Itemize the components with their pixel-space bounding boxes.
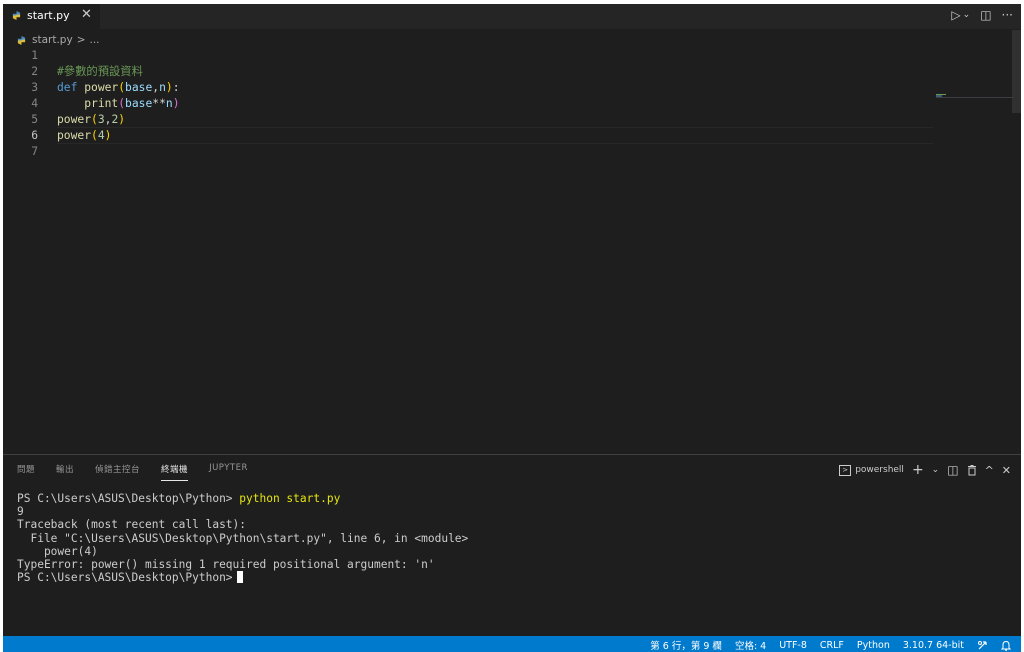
status-items: 第 6 行，第 9 欄 空格: 4 UTF-8 CRLF Python 3.10… — [650, 638, 1011, 652]
python-interpreter[interactable]: 3.10.7 64-bit — [903, 640, 964, 651]
trash-icon[interactable] — [967, 464, 977, 476]
tab-problems[interactable]: 問題 — [17, 463, 35, 481]
line-number: 3 — [31, 81, 38, 94]
tab-terminal[interactable]: 終端機 — [161, 463, 189, 481]
tab-debug-console[interactable]: 偵錯主控台 — [95, 463, 140, 481]
breadcrumb-file[interactable]: start.py — [32, 34, 73, 46]
editor-actions: ▷ ⌄ ◫ ··· — [951, 8, 1013, 22]
vscode-window: start.py ✕ ▷ ⌄ ◫ ··· start.py > ... 1 2 … — [3, 4, 1021, 652]
run-dropdown-icon[interactable]: ⌄ — [963, 10, 971, 20]
code-text: print(base**n) — [84, 97, 180, 110]
code-comment: #參數的預設資料 — [57, 65, 143, 78]
code-text: power(4) — [57, 129, 112, 142]
indentation[interactable]: 空格: 4 — [735, 638, 766, 652]
terminal-dropdown-icon[interactable]: ⌄ — [932, 465, 940, 475]
terminal-icon: > — [839, 464, 852, 476]
line-number: 2 — [31, 65, 38, 78]
code-text: power(3,2) — [57, 113, 126, 126]
feedback-icon[interactable] — [977, 640, 988, 651]
terminal-shell-selector[interactable]: > powershell — [839, 464, 904, 476]
code-line: 2 #參數的預設資料 — [3, 64, 933, 80]
terminal-command: python start.py — [239, 492, 341, 505]
panel-tabs: 問題 輸出 偵錯主控台 終端機 JUPYTER — [17, 463, 248, 481]
split-terminal-icon[interactable]: ◫ — [947, 463, 958, 477]
terminal-line: 9 — [17, 505, 24, 519]
code-line: 5 power(3,2) — [3, 112, 933, 128]
terminal-prompt: PS C:\Users\ASUS\Desktop\Python> — [17, 492, 240, 505]
close-panel-icon[interactable]: ✕ — [1002, 464, 1011, 477]
terminal-line: power(4) — [17, 544, 98, 558]
line-number: 7 — [31, 145, 38, 158]
tab-jupyter[interactable]: JUPYTER — [209, 463, 248, 481]
cursor-position[interactable]: 第 6 行，第 9 欄 — [650, 638, 722, 652]
terminal-cursor — [236, 571, 243, 584]
bottom-panel: 問題 輸出 偵錯主控台 終端機 JUPYTER > powershell + ⌄… — [3, 454, 1021, 637]
terminal-output[interactable]: PS C:\Users\ASUS\Desktop\Python> python … — [17, 492, 1007, 584]
run-file-icon[interactable]: ▷ — [951, 8, 960, 22]
minimap[interactable] — [936, 94, 1014, 99]
more-actions-icon[interactable]: ··· — [1002, 8, 1013, 22]
current-line-highlight — [57, 127, 933, 144]
terminal-line: PS C:\Users\ASUS\Desktop\Python> — [17, 571, 1007, 584]
maximize-panel-icon[interactable]: ^ — [985, 464, 994, 477]
code-text: def power(base,n): — [57, 81, 180, 94]
code-line: 4 print(base**n) — [3, 96, 933, 112]
language-mode[interactable]: Python — [857, 640, 890, 651]
code-line: 3 def power(base,n): — [3, 80, 933, 96]
new-terminal-icon[interactable]: + — [912, 462, 924, 478]
python-file-icon — [12, 11, 21, 20]
end-of-line[interactable]: CRLF — [820, 640, 844, 651]
shell-name: powershell — [855, 465, 904, 475]
close-tab-icon[interactable]: ✕ — [81, 7, 92, 22]
status-bar: 第 6 行，第 9 欄 空格: 4 UTF-8 CRLF Python 3.10… — [3, 636, 1021, 652]
tab-output[interactable]: 輸出 — [56, 463, 74, 481]
panel-actions: > powershell + ⌄ ◫ ^ ✕ — [839, 462, 1011, 478]
code-line: 1 — [3, 48, 933, 64]
line-number: 5 — [31, 113, 38, 126]
tab-bar: start.py ✕ ▷ ⌄ ◫ ··· — [3, 4, 1021, 29]
line-number: 1 — [31, 49, 38, 62]
tab-label: start.py — [27, 9, 70, 22]
tab-start-py[interactable]: start.py ✕ — [3, 4, 100, 29]
breadcrumb: start.py > ... — [17, 32, 100, 48]
code-line: 7 — [3, 144, 933, 160]
terminal-line: PS C:\Users\ASUS\Desktop\Python> python … — [17, 492, 1007, 505]
line-number: 4 — [31, 97, 38, 110]
breadcrumb-symbol[interactable]: ... — [90, 34, 100, 46]
editor-scrollbar[interactable] — [1012, 30, 1021, 113]
split-editor-icon[interactable]: ◫ — [980, 8, 991, 22]
code-line-active: 6 power(4) — [3, 127, 933, 144]
terminal-line: TypeError: power() missing 1 required po… — [17, 557, 435, 571]
code-editor[interactable]: 1 2 #參數的預設資料 3 def power(base,n): 4 prin… — [3, 48, 1021, 454]
file-encoding[interactable]: UTF-8 — [779, 640, 807, 651]
line-number: 6 — [31, 129, 38, 142]
terminal-line: File "C:\Users\ASUS\Desktop\Python\start… — [17, 531, 469, 545]
terminal-line: Traceback (most recent call last): — [17, 518, 247, 532]
chevron-right-icon: > — [76, 34, 86, 46]
terminal-prompt: PS C:\Users\ASUS\Desktop\Python> — [17, 571, 233, 585]
bell-icon[interactable] — [1001, 640, 1011, 651]
python-file-icon — [17, 35, 26, 45]
